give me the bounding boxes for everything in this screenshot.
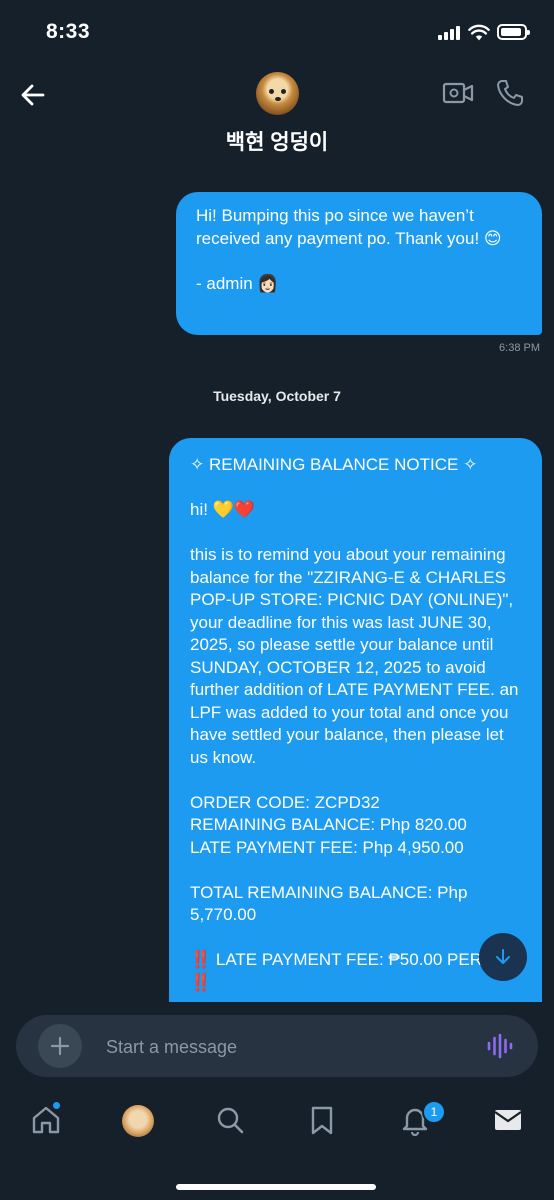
contact-name[interactable]: 백현 엉덩이	[0, 126, 554, 156]
cellular-signal-icon	[438, 26, 460, 40]
composer-area	[0, 1002, 554, 1088]
message-composer	[16, 1015, 538, 1079]
home-indicator	[176, 1184, 376, 1190]
message-input[interactable]	[104, 1015, 478, 1079]
add-attachment-button[interactable]	[38, 1024, 82, 1068]
search-icon[interactable]	[214, 1104, 246, 1136]
arrow-down-icon	[496, 949, 510, 964]
video-call-icon[interactable]	[442, 80, 474, 106]
phone-icon[interactable]	[495, 78, 525, 108]
profile-avatar-tab[interactable]	[122, 1105, 154, 1137]
conversation-header: 백현 엉덩이	[0, 64, 554, 164]
home-unread-dot	[53, 1102, 60, 1109]
status-bar: 8:33	[0, 0, 554, 64]
date-divider: Tuesday, October 7	[213, 388, 341, 404]
contact-avatar[interactable]	[256, 72, 299, 115]
voice-message-icon[interactable]	[486, 1033, 514, 1059]
message-timestamp: 6:38 PM	[499, 342, 540, 354]
back-arrow-icon[interactable]	[16, 78, 50, 112]
mail-icon[interactable]	[492, 1104, 524, 1136]
wifi-icon	[468, 24, 490, 41]
sent-message-bubble[interactable]: Hi! Bumping this po since we haven’t rec…	[176, 192, 542, 335]
battery-icon	[497, 24, 530, 40]
plus-icon	[50, 1036, 70, 1056]
notification-badge: 1	[422, 1100, 446, 1124]
bookmark-icon[interactable]	[306, 1104, 338, 1136]
status-time: 8:33	[46, 20, 91, 43]
scroll-to-bottom-button[interactable]	[479, 933, 527, 981]
